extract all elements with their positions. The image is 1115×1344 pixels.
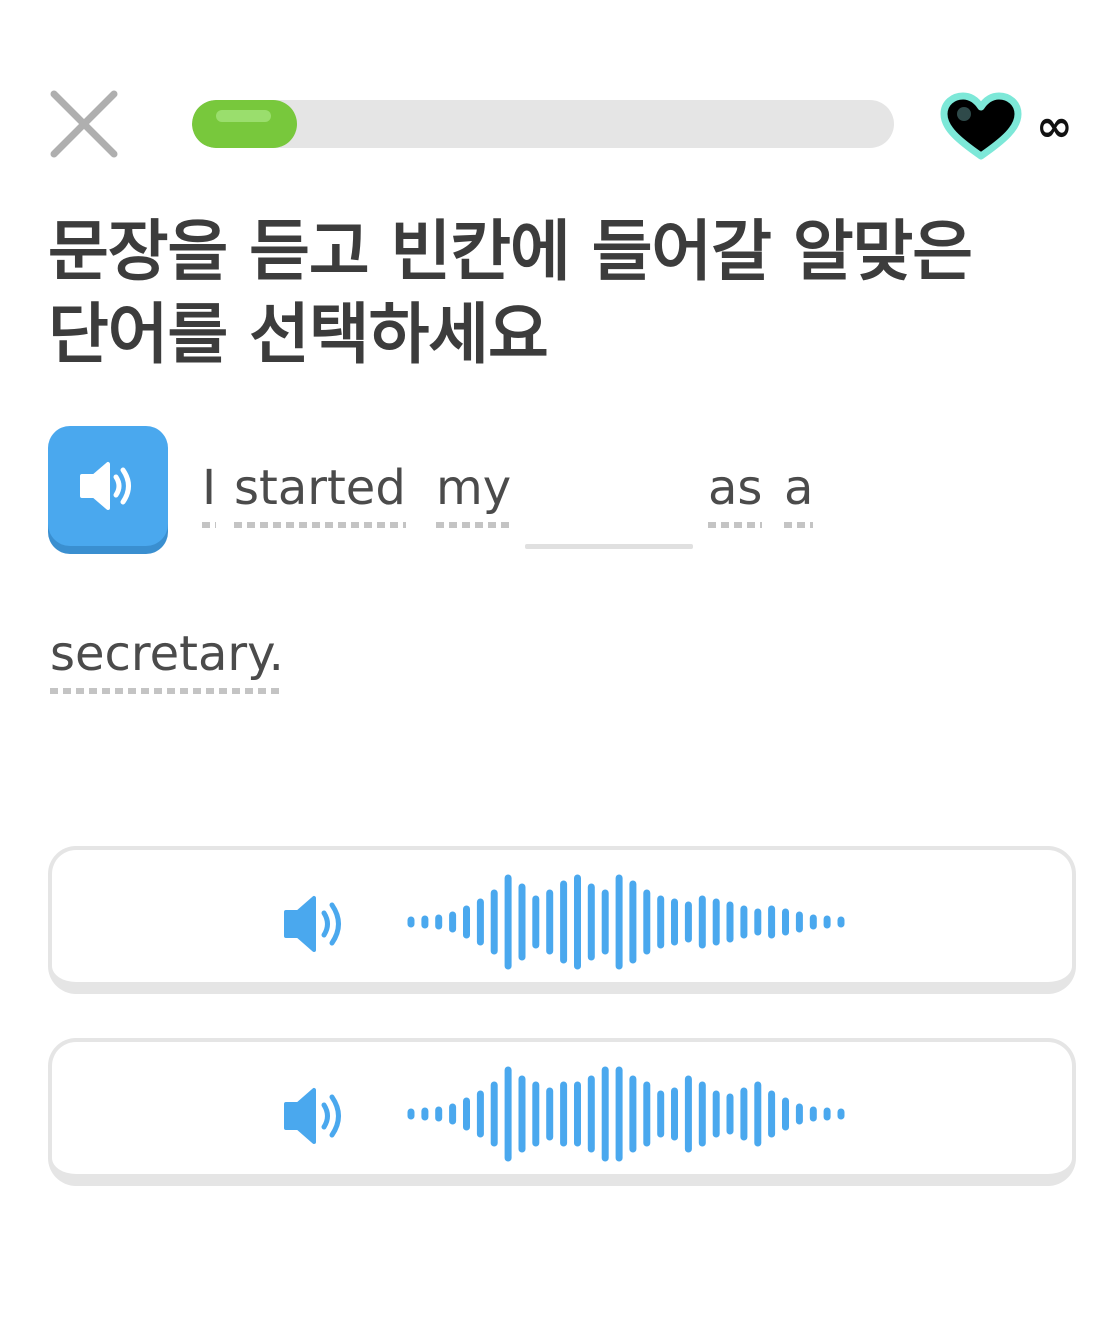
hearts-indicator: ∞ <box>940 92 1073 162</box>
heart-icon <box>940 92 1022 160</box>
word-text: secretary. <box>50 626 284 682</box>
page-title: 문장을 듣고 빈칸에 들어갈 알맞은 단어를 선택하세요 <box>48 210 1048 376</box>
speaker-icon <box>284 1088 341 1144</box>
sentence-word[interactable]: I <box>202 458 217 528</box>
audio-option-1[interactable] <box>48 846 1076 994</box>
sentence-word[interactable]: my <box>436 458 512 528</box>
sentence-word[interactable]: secretary. <box>50 624 284 694</box>
word-text: a <box>784 460 814 516</box>
word-underline <box>202 522 217 528</box>
word-text: started <box>234 460 406 516</box>
sentence-word[interactable]: started <box>234 458 406 528</box>
word-text: my <box>436 460 512 516</box>
word-underline <box>784 522 814 528</box>
word-text: as <box>708 460 763 516</box>
word-underline <box>234 522 406 528</box>
answer-blank <box>525 544 693 549</box>
close-icon <box>50 90 118 158</box>
word-underline <box>50 688 284 694</box>
progress-highlight <box>216 110 271 122</box>
audio-option-2[interactable] <box>48 1038 1076 1186</box>
audio-waveform <box>407 1066 845 1162</box>
title-line-2: 단어를 선택하세요 <box>48 296 549 373</box>
lesson-progress-bar <box>192 100 894 148</box>
sentence-word[interactable]: as <box>708 458 763 528</box>
word-underline <box>708 522 763 528</box>
audio-waveform <box>407 874 845 970</box>
sentence-word[interactable]: a <box>784 458 814 528</box>
word-underline <box>436 522 512 528</box>
lesson-progress-fill <box>192 100 297 148</box>
close-button[interactable] <box>48 88 120 160</box>
speaker-icon <box>284 896 341 952</box>
word-text: I <box>202 460 217 516</box>
play-sentence-button[interactable] <box>48 426 168 546</box>
title-line-1: 문장을 듣고 빈칸에 들어갈 알맞은 <box>48 213 973 290</box>
hearts-count: ∞ <box>1036 101 1073 152</box>
speaker-icon <box>80 462 131 510</box>
